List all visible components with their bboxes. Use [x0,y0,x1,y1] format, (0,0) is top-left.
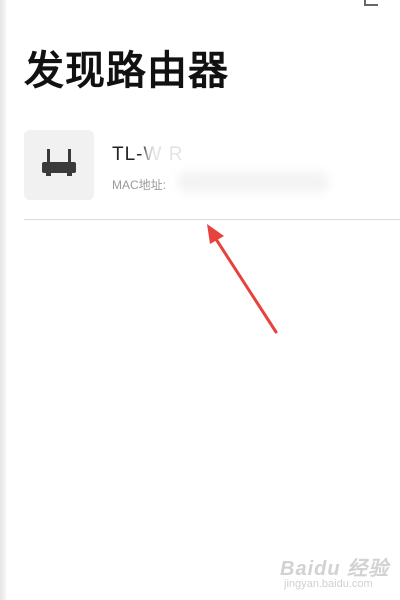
watermark: Baidu 经验 jingyan.baidu.com [280,542,390,592]
redaction-blur [146,140,270,170]
page-title: 发现路由器 [24,48,229,94]
left-edge-shadow [0,0,6,600]
top-corner-icon [364,0,378,6]
router-list-item[interactable]: TL-W R MAC地址: [0,118,400,220]
router-icon [42,149,76,176]
router-mac-label: MAC地址: [112,178,167,192]
router-icon-box [24,130,94,200]
watermark-brand: Baidu 经验 [280,558,390,580]
redaction-blur [178,172,328,192]
watermark-domain: jingyan.baidu.com [284,578,373,590]
list-divider [24,219,400,220]
